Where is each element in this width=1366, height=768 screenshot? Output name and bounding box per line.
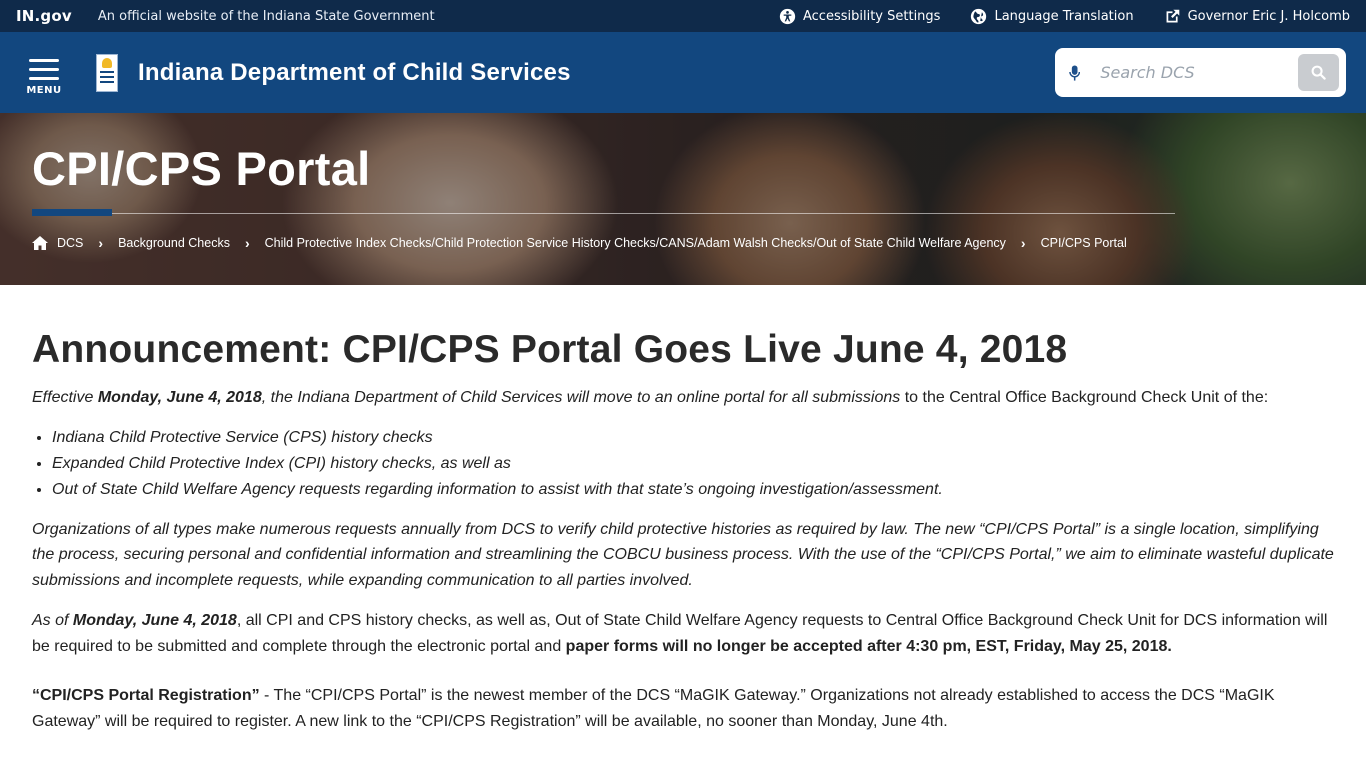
accessibility-settings-label: Accessibility Settings (803, 8, 941, 24)
ingov-logo-text: IN.gov (16, 7, 72, 25)
search-box (1055, 48, 1346, 97)
intro-text-1: Effective (32, 389, 98, 406)
language-translation-link[interactable]: Language Translation (970, 8, 1134, 25)
organizations-text: Organizations of all types make numerous… (32, 520, 1334, 589)
accessibility-settings-link[interactable]: Accessibility Settings (779, 8, 940, 25)
governor-link[interactable]: Governor Eric J. Holcomb (1164, 8, 1350, 25)
intro-text-3: to the Central Office Background Check U… (900, 389, 1269, 406)
logo-text-line (100, 70, 114, 73)
requirement-paragraph: As of Monday, June 4, 2018, all CPI and … (32, 608, 1334, 659)
list-item: Indiana Child Protective Service (CPS) h… (52, 425, 1334, 451)
ingov-logo[interactable]: IN.gov (16, 7, 72, 25)
chevron-right-icon: › (244, 235, 250, 251)
hero-banner: CPI/CPS Portal DCS › Background Checks ›… (0, 113, 1366, 285)
microphone-icon[interactable] (1069, 64, 1081, 81)
hamburger-icon-bar (29, 68, 59, 71)
breadcrumb-item-dcs: DCS (57, 236, 84, 250)
chevron-right-icon: › (1020, 235, 1026, 251)
breadcrumb-item-background-checks[interactable]: Background Checks (118, 236, 230, 250)
dcs-logo-icon[interactable] (96, 53, 118, 92)
list-item-text: Indiana Child Protective Service (CPS) h… (52, 428, 433, 446)
breadcrumb: DCS › Background Checks › Child Protecti… (32, 235, 1334, 251)
chevron-right-icon: › (98, 235, 104, 251)
title-accent-bar (32, 209, 112, 216)
home-icon (32, 236, 48, 250)
intro-text-2: , the Indiana Department of Child Servic… (261, 389, 901, 406)
logo-figure (102, 57, 112, 68)
announcement-heading: Announcement: CPI/CPS Portal Goes Live J… (32, 328, 1068, 371)
title-divider (32, 209, 1175, 216)
official-website-text: An official website of the Indiana State… (97, 8, 435, 24)
globe-icon (971, 8, 987, 24)
external-link-icon (1166, 9, 1179, 22)
list-item-text: Expanded Child Protective Index (CPI) hi… (52, 454, 511, 472)
requirement-text-1: As of (32, 612, 73, 629)
breadcrumb-home[interactable]: DCS (32, 236, 83, 250)
search-icon (1311, 65, 1326, 80)
list-item: Expanded Child Protective Index (CPI) hi… (52, 451, 1334, 477)
hamburger-icon-bar (29, 77, 59, 80)
hamburger-icon (29, 59, 59, 62)
menu-button[interactable]: MENU (26, 59, 62, 96)
top-utility-bar: IN.gov An official website of the Indian… (0, 0, 1366, 32)
breadcrumb-item-current: CPI/CPS Portal (1040, 236, 1127, 250)
registration-title: “CPI/CPS Portal Registration” (32, 687, 260, 704)
logo-text-line (100, 80, 114, 83)
registration-paragraph: “CPI/CPS Portal Registration” - The “CPI… (32, 683, 1334, 734)
list-item-text: Out of State Child Welfare Agency reques… (52, 480, 943, 498)
main-content: Announcement: CPI/CPS Portal Goes Live J… (0, 327, 1366, 734)
page-title: CPI/CPS Portal (32, 142, 371, 195)
requirement-date: Monday, June 4, 2018 (72, 612, 237, 629)
check-types-list: Indiana Child Protective Service (CPS) h… (52, 425, 1334, 503)
search-button[interactable] (1298, 54, 1339, 91)
intro-date: Monday, June 4, 2018 (97, 389, 262, 406)
requirement-deadline: paper forms will no longer be accepted a… (565, 637, 1172, 655)
agency-name[interactable]: Indiana Department of Child Services (138, 59, 571, 87)
site-header: MENU Indiana Department of Child Service… (0, 32, 1366, 113)
intro-paragraph: Effective Monday, June 4, 2018, the Indi… (32, 385, 1334, 411)
menu-label: MENU (26, 85, 62, 96)
language-translation-label: Language Translation (994, 8, 1134, 24)
organizations-paragraph: Organizations of all types make numerous… (32, 517, 1334, 594)
logo-text-line (100, 75, 114, 78)
search-input[interactable] (1100, 63, 1299, 82)
accessibility-icon (779, 8, 796, 24)
list-item: Out of State Child Welfare Agency reques… (52, 477, 1334, 503)
governor-label: Governor Eric J. Holcomb (1187, 8, 1350, 24)
breadcrumb-item-checks[interactable]: Child Protective Index Checks/Child Prot… (265, 236, 1006, 250)
